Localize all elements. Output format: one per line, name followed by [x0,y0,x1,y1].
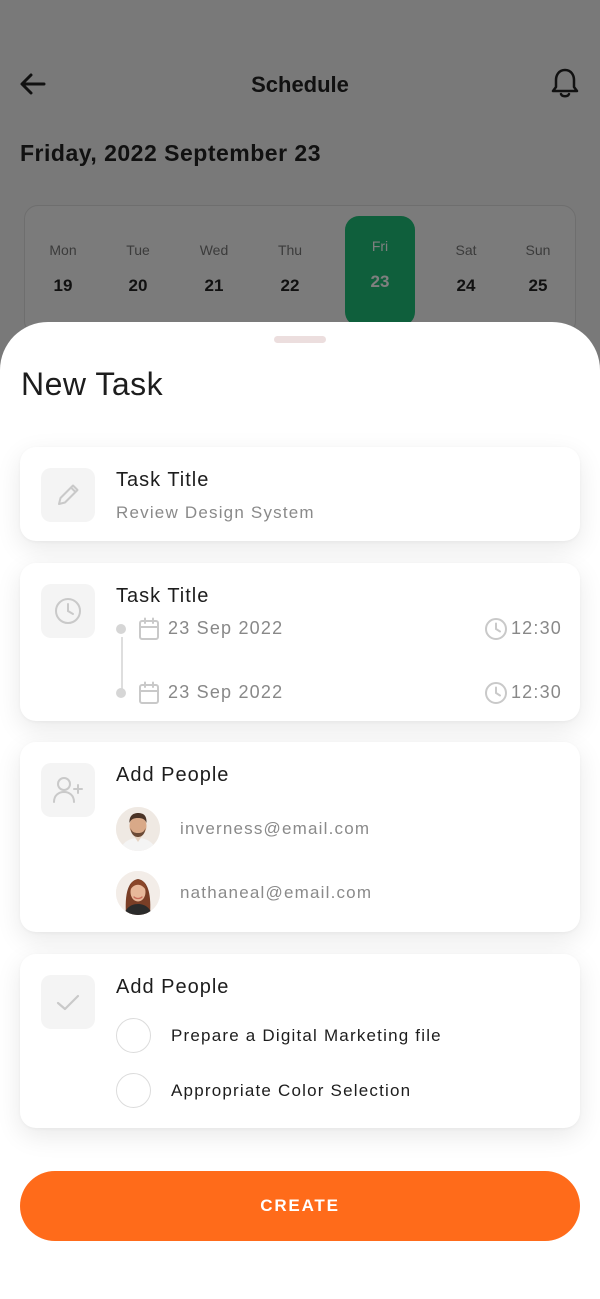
time-clock-icon [485,618,507,640]
add-people-icon-box[interactable] [41,763,95,817]
create-button[interactable]: CREATE [20,1171,580,1241]
task-date-label: Task Title [116,585,210,607]
task-title-card[interactable]: Task Title Review Design System [20,447,580,541]
add-people-card: Add People inverness@email.com nathaneal… [20,742,580,932]
checklist-item-text: Prepare a Digital Marketing file [171,1026,442,1045]
task-title-label: Task Title [116,469,210,491]
checklist-item-text: Appropriate Color Selection [171,1081,412,1100]
calendar-icon [139,617,159,640]
new-task-sheet: New Task Task Title Review Design System… [0,322,600,1299]
task-date-icon-box [41,584,95,638]
checkmark-icon [56,994,80,1011]
sheet-title: New Task [21,366,164,402]
add-user-icon [53,777,83,803]
start-date[interactable]: 23 Sep 2022 [168,618,283,639]
pencil-icon [58,484,79,505]
checkbox[interactable] [116,1018,151,1053]
checkbox[interactable] [116,1073,151,1108]
task-title-input[interactable]: Review Design System [116,503,315,523]
time-clock-icon [485,682,507,704]
person-item[interactable]: nathaneal@email.com [116,871,556,915]
clock-icon [55,598,81,624]
person-email: nathaneal@email.com [180,883,373,902]
end-time[interactable]: 12:30 [511,682,562,703]
task-date-card: Task Title 23 Sep 2022 12:30 23 Sep 2022 [20,563,580,721]
end-date[interactable]: 23 Sep 2022 [168,682,283,703]
male-avatar [116,807,160,851]
timeline-dot [116,688,126,698]
end-date-row[interactable]: 23 Sep 2022 12:30 [116,679,562,707]
task-title-icon-box [41,468,95,522]
person-email: inverness@email.com [180,819,371,838]
start-time[interactable]: 12:30 [511,618,562,639]
start-date-row[interactable]: 23 Sep 2022 12:30 [116,615,562,643]
checklist-item[interactable]: Appropriate Color Selection [116,1073,556,1109]
add-people-label: Add People [116,764,230,786]
checklist-card: Add People Prepare a Digital Marketing f… [20,954,580,1128]
timeline-dot [116,624,126,634]
female-avatar [116,871,160,915]
calendar-icon [139,681,159,704]
checklist-item[interactable]: Prepare a Digital Marketing file [116,1018,556,1054]
drag-handle[interactable] [274,336,326,343]
person-item[interactable]: inverness@email.com [116,807,556,851]
checklist-label: Add People [116,976,230,998]
checklist-icon-box [41,975,95,1029]
